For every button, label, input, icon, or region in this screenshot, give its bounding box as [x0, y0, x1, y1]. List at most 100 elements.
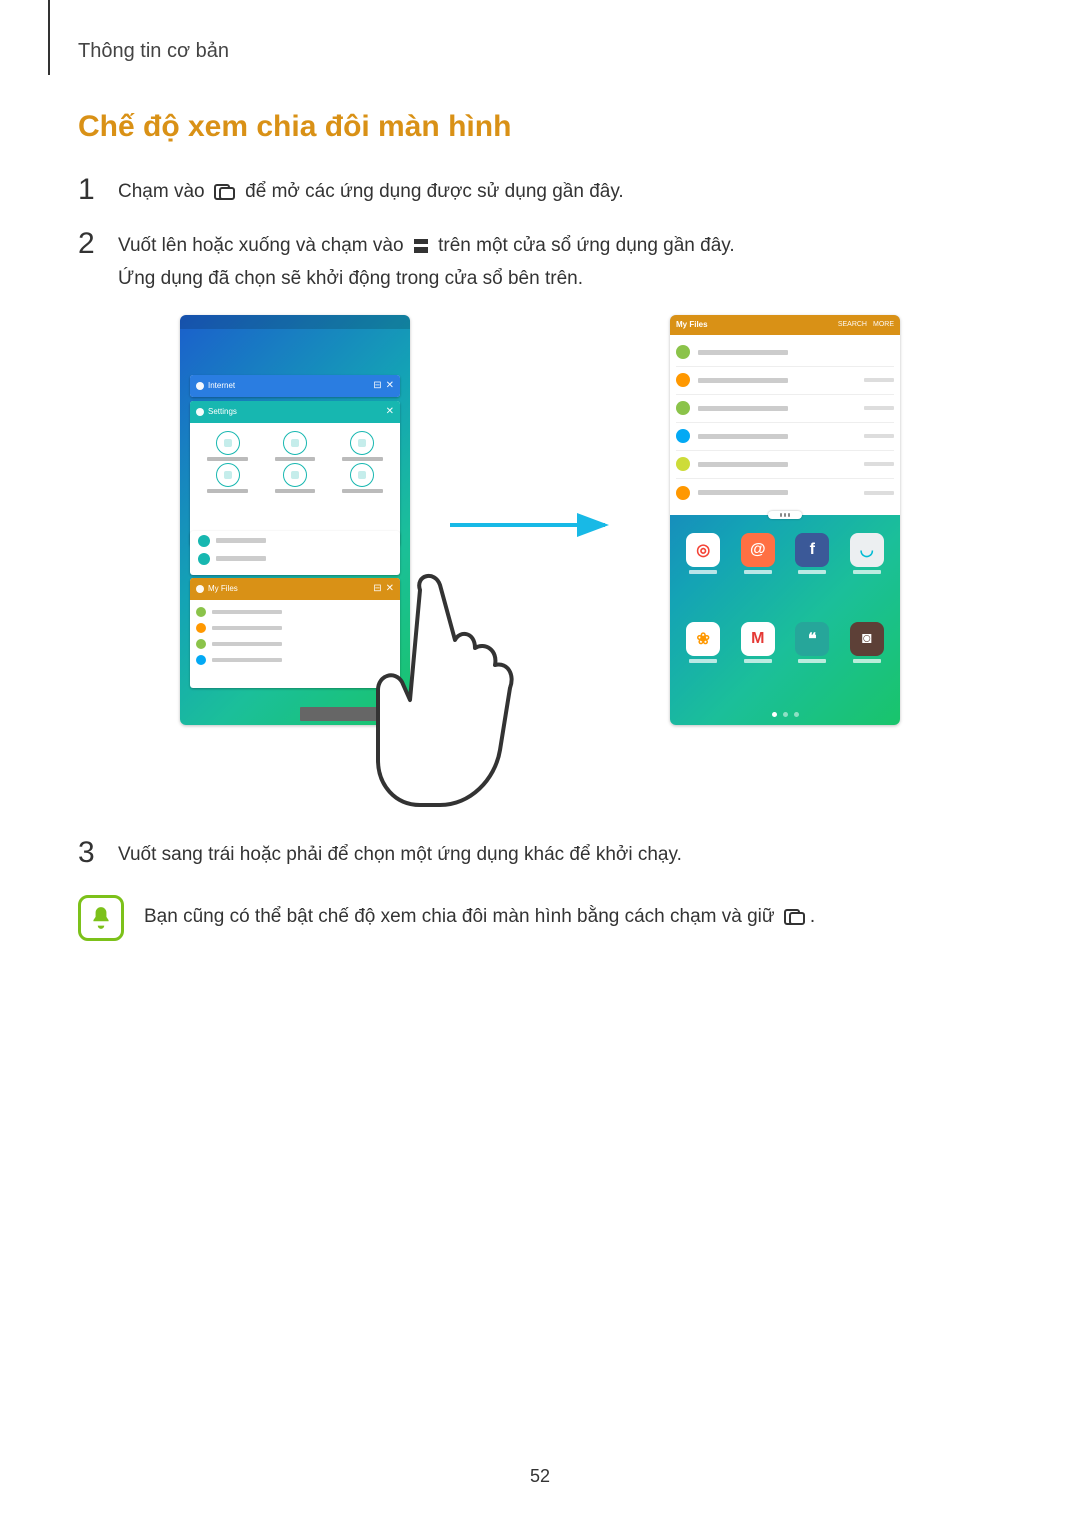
app-label — [689, 659, 717, 663]
arrow-icon — [445, 510, 625, 540]
bluetooth-icon — [198, 553, 210, 565]
folder-icon — [196, 585, 204, 593]
file-label — [698, 406, 788, 411]
file-meta — [864, 491, 894, 495]
page-indicator — [670, 712, 900, 717]
recent-card-settings-header: Settings ✕ — [190, 401, 400, 423]
step-2-line1-post: trên một cửa sổ ứng dụng gần đây. — [438, 235, 735, 256]
app-icon: ◡ — [850, 533, 884, 567]
step-2-line1-pre: Vuốt lên hoặc xuống và chạm vào — [118, 235, 409, 256]
page-title: Chế độ xem chia đôi màn hình — [78, 110, 1002, 144]
app-label — [853, 659, 881, 663]
list-item — [676, 423, 894, 451]
split-bottom-pane: ◎ @ f ◡ ❀ M ❝ ◙ — [670, 519, 900, 725]
settings-grid — [190, 423, 400, 501]
note-pre: Bạn cũng có thể bật chế độ xem chia đôi … — [144, 906, 780, 927]
note: Bạn cũng có thể bật chế độ xem chia đôi … — [78, 895, 1002, 941]
note-text: Bạn cũng có thể bật chế độ xem chia đôi … — [144, 895, 1002, 933]
close-icon: ✕ — [386, 406, 394, 417]
step-1-body: Chạm vào để mở các ứng dụng được sử dụng… — [118, 172, 1002, 208]
file-type-icon — [676, 345, 690, 359]
step-2-line2: Ứng dụng đã chọn sẽ khởi động trong cửa … — [118, 268, 583, 289]
app-label — [798, 570, 826, 574]
myfiles-header: My Files SEARCH MORE — [670, 315, 900, 335]
step-1-pre: Chạm vào — [118, 181, 210, 202]
file-label — [698, 490, 788, 495]
globe-icon — [196, 382, 204, 390]
file-label — [698, 462, 788, 467]
note-post: . — [810, 906, 815, 927]
page-content: Chế độ xem chia đôi màn hình 1 Chạm vào … — [78, 110, 1002, 941]
split-handle — [768, 511, 802, 519]
split-top-pane: My Files SEARCH MORE — [670, 315, 900, 515]
file-label — [698, 434, 788, 439]
list-item — [676, 367, 894, 395]
app-gmail: M — [741, 622, 775, 663]
file-type-icon — [676, 457, 690, 471]
step-1: 1 Chạm vào để mở các ứng dụng được sử dụ… — [78, 172, 1002, 208]
step-3-body: Vuốt sang trái hoặc phải để chọn một ứng… — [118, 835, 1002, 871]
step-1-number: 1 — [78, 172, 110, 208]
manual-icon — [350, 463, 374, 487]
hand-pointer-icon — [360, 570, 540, 810]
status-bar-left — [180, 315, 410, 329]
recent-card-settings-rows — [190, 531, 400, 575]
app-chrome: ◎ — [686, 533, 720, 574]
app-facebook: f — [795, 533, 829, 574]
list-item — [676, 479, 894, 507]
spen-icon — [216, 463, 240, 487]
app-gallery: ❀ — [686, 622, 720, 663]
file-meta — [864, 406, 894, 410]
phone-right: My Files SEARCH MORE ◎ @ f ◡ ❀ M ❝ ◙ — [670, 315, 900, 725]
search-action: SEARCH — [838, 321, 867, 328]
file-type-icon — [676, 429, 690, 443]
side-rule — [48, 0, 50, 75]
recent-card-internet: Internet ⊟ ✕ — [190, 375, 400, 397]
illustration: Internet ⊟ ✕ Settings ✕ — [160, 315, 920, 805]
app-hangouts: ❝ — [795, 622, 829, 663]
file-meta — [864, 434, 894, 438]
breadcrumb: Thông tin cơ bản — [78, 40, 229, 63]
app-label — [798, 659, 826, 663]
app-email: @ — [741, 533, 775, 574]
app-icon: @ — [741, 533, 775, 567]
themes-icon — [283, 463, 307, 487]
file-label — [698, 378, 788, 383]
app-label — [744, 570, 772, 574]
recent-apps-icon — [784, 909, 806, 925]
app-label — [689, 570, 717, 574]
myfiles-title: My Files — [676, 320, 708, 329]
step-2: 2 Vuốt lên hoặc xuống và chạm vào trên m… — [78, 226, 1002, 295]
file-meta — [864, 378, 894, 382]
display-icon — [350, 431, 374, 455]
sound-icon — [283, 431, 307, 455]
page-number: 52 — [0, 1466, 1080, 1487]
app-instagram: ◙ — [850, 622, 884, 663]
step-2-body: Vuốt lên hoặc xuống và chạm vào trên một… — [118, 226, 1002, 295]
app-icon: M — [741, 622, 775, 656]
data-usage-icon — [216, 431, 240, 455]
close-icon: ✕ — [386, 380, 394, 391]
step-3-number: 3 — [78, 835, 110, 871]
app-icon: ◎ — [686, 533, 720, 567]
recent-card-settings: Settings ✕ — [190, 401, 400, 546]
file-type-icon — [676, 373, 690, 387]
app-icon: ◙ — [850, 622, 884, 656]
recent-card-internet-title: Internet — [208, 381, 235, 390]
gear-icon — [196, 408, 204, 416]
list-item — [676, 395, 894, 423]
list-item — [676, 339, 894, 367]
step-1-post: để mở các ứng dụng được sử dụng gần đây. — [245, 181, 624, 202]
split-view-icon — [413, 238, 429, 254]
list-item — [676, 451, 894, 479]
file-meta — [864, 462, 894, 466]
app-label — [853, 570, 881, 574]
wifi-icon — [198, 535, 210, 547]
app-icon: ❀ — [686, 622, 720, 656]
file-label — [698, 350, 788, 355]
app-icon: f — [795, 533, 829, 567]
step-3-text: Vuốt sang trái hoặc phải để chọn một ứng… — [118, 844, 682, 865]
app-icon: ❝ — [795, 622, 829, 656]
more-action: MORE — [873, 321, 894, 328]
app-galaxy: ◡ — [850, 533, 884, 574]
